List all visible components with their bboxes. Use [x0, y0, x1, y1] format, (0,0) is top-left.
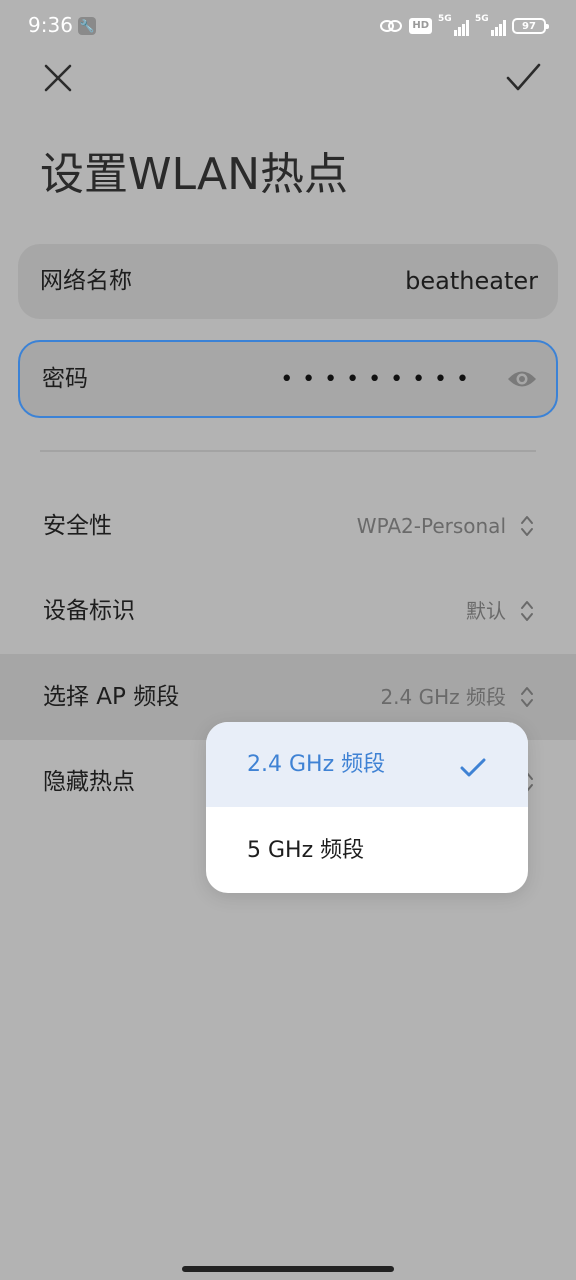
password-field[interactable]: 密码 •••••••••: [18, 340, 558, 418]
confirm-check-icon[interactable]: [502, 58, 544, 98]
status-icons: HD 5G 5G 97: [379, 14, 549, 38]
network-name-label: 网络名称: [40, 268, 132, 294]
hidden-hotspot-label: 隐藏热点: [43, 769, 135, 795]
password-value[interactable]: •••••••••: [280, 342, 478, 417]
device-id-value: 默认: [466, 599, 506, 623]
network-name-field[interactable]: 网络名称 beatheater: [18, 244, 558, 319]
signal-icon-2: 5G: [475, 14, 506, 36]
home-indicator[interactable]: [182, 1266, 394, 1272]
check-icon: [460, 758, 486, 777]
hd-badge: HD: [409, 18, 432, 34]
device-id-row[interactable]: 设备标识 默认: [0, 568, 576, 654]
security-value: WPA2-Personal: [356, 514, 506, 538]
chevron-updown-icon: [521, 516, 533, 536]
device-id-label: 设备标识: [43, 598, 135, 624]
band-option-label: 5 GHz 频段: [247, 838, 365, 863]
security-label: 安全性: [43, 513, 112, 539]
status-time: 9:36: [28, 13, 73, 37]
eye-icon[interactable]: [506, 366, 538, 392]
signal-icon: 5G: [438, 14, 469, 36]
page-title: 设置WLAN热点: [40, 149, 349, 200]
battery-icon: 97: [512, 18, 549, 34]
password-label: 密码: [42, 366, 88, 392]
wrench-icon: 🔧: [78, 17, 96, 35]
band-option-2-4ghz[interactable]: 2.4 GHz 频段: [206, 722, 528, 807]
network-name-value[interactable]: beatheater: [405, 244, 538, 319]
link-icon: [380, 20, 403, 32]
divider: [40, 450, 536, 452]
security-row[interactable]: 安全性 WPA2-Personal: [0, 483, 576, 569]
chevron-updown-icon: [521, 601, 533, 621]
chevron-updown-icon: [521, 687, 533, 707]
ap-band-label: 选择 AP 频段: [43, 684, 180, 710]
close-icon[interactable]: [38, 58, 78, 98]
band-option-5ghz[interactable]: 5 GHz 频段: [206, 808, 528, 893]
band-option-label: 2.4 GHz 频段: [247, 752, 386, 777]
band-select-popup: 2.4 GHz 频段 5 GHz 频段: [206, 722, 528, 893]
